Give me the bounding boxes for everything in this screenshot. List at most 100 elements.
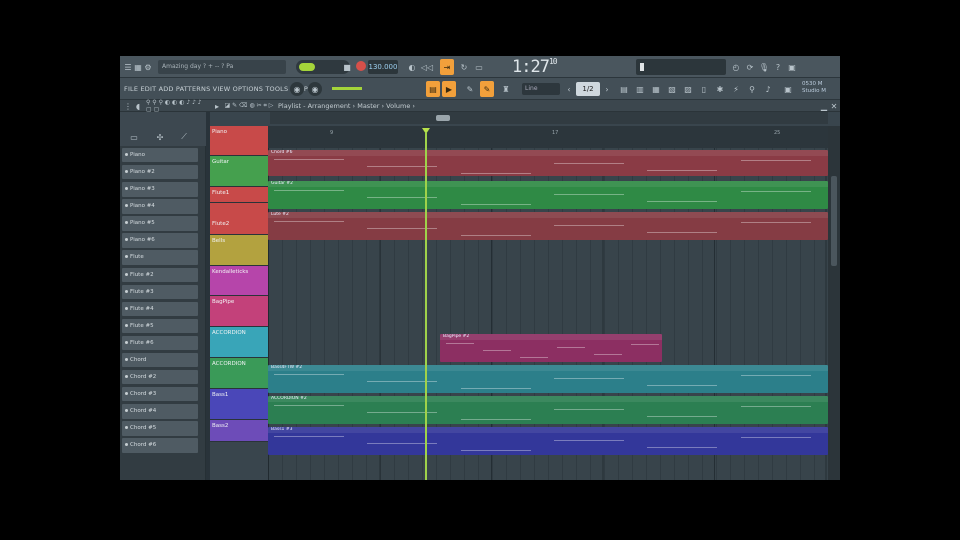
browser-item[interactable]: Piano #5 [122,216,198,231]
vertical-scrollbar[interactable] [828,126,840,480]
pattern-clip[interactable]: Guitar #2 [268,181,828,209]
add-icon[interactable]: ✣ [154,132,166,142]
track-header[interactable]: Piano [210,126,268,156]
menu-tools[interactable]: TOOLS [265,85,288,93]
microphone-icon[interactable]: 🎙 [758,61,770,73]
playhead-line[interactable] [425,132,427,480]
track-header[interactable]: Bass1 [210,389,268,420]
track-header[interactable]: ACCORDION [210,327,268,358]
browser-icon[interactable]: ▨ [682,83,694,95]
pattern-clip[interactable]: Bass4FTW #2 [268,365,828,393]
browser-item[interactable]: Chord [122,352,198,368]
playlist-menu-icon[interactable]: ▸ [212,101,222,111]
pattern-tool-button[interactable]: ▤ [426,81,440,97]
browser-item[interactable]: Chord #2 [122,370,198,385]
browser-filter-icons[interactable]: ⚲ ⚲ ⚲ ◐ ◐ ◐ ♪ ♪ ♪ ▢ ▢ [146,99,206,113]
step-value[interactable]: 1/2 [576,82,600,96]
link-icon[interactable]: ⚲ [746,83,758,95]
sync-icon[interactable]: ⟳ [744,61,756,73]
browser-item[interactable]: Chord #3 [122,387,198,402]
folder-icon[interactable]: ▭ [128,132,140,142]
timeline-ruler[interactable]: 9 17 25 [268,126,828,148]
channel-rack-icon[interactable]: ▦ [650,83,662,95]
pattern-clip[interactable]: BagPipe #2 [440,334,662,362]
browser-item[interactable]: Flute #2 [122,267,198,282]
track-header[interactable]: Bass2 [210,420,268,442]
track-header[interactable]: BagPipe [210,296,268,327]
pattern-clip[interactable]: Chord #6 [268,150,828,176]
playlist-icon[interactable]: ▤ [618,83,630,95]
step-edit-icon[interactable]: ▭ [472,61,486,73]
step-decrease-icon[interactable]: ‹ [564,83,574,95]
browser-item[interactable]: Piano #6 [122,233,198,248]
plug-icon[interactable]: ⚡ [730,83,742,95]
mixer-icon[interactable]: ▧ [666,83,678,95]
track-header[interactable]: Flute1 [210,187,268,203]
chat-icon[interactable]: ▣ [786,61,798,73]
clock-icon[interactable]: ◴ [730,61,742,73]
menu-options[interactable]: OPTIONS [233,85,263,93]
wait-icon[interactable]: ◁◁ [420,61,434,73]
metronome-icon[interactable]: ◐ [406,61,418,73]
speaker-icon[interactable]: ♪ [762,83,774,95]
menu-patterns[interactable]: PATTERNS [176,85,210,93]
record-button[interactable] [356,61,366,71]
pencil-icon[interactable]: ✎ [464,83,476,95]
master-volume-knob[interactable]: ◉ [290,82,304,96]
song-tool-button[interactable]: ▶ [442,81,456,97]
piano-roll-icon[interactable]: ▥ [634,83,646,95]
pattern-clip[interactable]: ACCORDION #2 [268,396,828,424]
stop-icon[interactable]: ■ [342,61,352,73]
plugin-icon[interactable]: ♜ [500,83,512,95]
menu-add[interactable]: ADD [159,85,174,93]
horizontal-scrollbar[interactable] [270,112,828,124]
browser-item[interactable]: Flute #4 [122,301,198,317]
countdown-button[interactable]: ⇥ [440,59,454,75]
master-pitch-knob[interactable]: ◉ [308,82,322,96]
note-line [460,204,531,205]
pattern-clip[interactable]: Lute #2 [268,212,828,240]
help-icon[interactable]: ? [772,61,784,73]
browser-options-icon[interactable]: ⋮ [124,101,132,111]
tools-icon[interactable]: ✱ [714,83,726,95]
browser-item[interactable]: Chord #6 [122,438,198,453]
track-header[interactable]: Kendalleticks [210,266,268,296]
paint-brush-button[interactable]: ✎ [480,81,494,97]
track-header[interactable]: Flute2 [210,203,268,235]
playlist-grid[interactable]: Chord #6 Guitar #2 Lute #2 BagPipe #2 Ba… [268,148,828,480]
browser-item[interactable]: Piano #4 [122,199,198,214]
grid-icon[interactable]: ▦ [134,62,142,72]
hamburger-icon[interactable]: ☰ [124,62,132,72]
vscroll-thumb[interactable] [831,176,837,266]
snap-selector[interactable]: Line [522,83,560,95]
menu-edit[interactable]: EDIT [140,85,156,93]
song-title-field[interactable]: Amazing day ? + -- ? Pa [158,60,286,74]
all-icon[interactable]: ◖ [134,101,142,111]
browser-item[interactable]: Chord #4 [122,404,198,419]
browser-item[interactable]: Flute #6 [122,335,198,351]
playlist-tool-icons[interactable]: ◪ ✎ ⌫ ◍ ✂ ⌗ ▷ [224,101,274,111]
close-icon[interactable]: ✕ [830,101,838,111]
scroll-thumb[interactable] [436,115,450,121]
track-header[interactable]: Bells [210,235,268,266]
tempo-display[interactable]: 130.000 [368,60,398,74]
step-increase-icon[interactable]: › [602,83,612,95]
settings-icon[interactable]: ⚙ [144,62,152,72]
browser-item[interactable]: Piano #3 [122,182,198,197]
browser-panel: ▭ ✣ ⟋ Piano Piano #2 Piano #3 Piano #4 P… [120,112,206,480]
browser-item[interactable]: Piano [122,148,198,163]
file-icon[interactable]: ▯ [698,83,710,95]
track-header[interactable]: ACCORDION [210,358,268,389]
minimize-icon[interactable]: ▁ [820,101,828,111]
pattern-clip[interactable]: Bass1 #3 [268,427,828,455]
menu-view[interactable]: VIEW [213,85,231,93]
browser-item[interactable]: Chord #5 [122,421,198,436]
browser-item[interactable]: Piano #2 [122,165,198,180]
browser-item[interactable]: Flute [122,250,198,265]
track-header[interactable]: Guitar [210,156,268,187]
loop-record-icon[interactable]: ↻ [458,61,470,73]
wand-icon[interactable]: ⟋ [178,132,190,142]
browser-item[interactable]: Flute #5 [122,318,198,334]
browser-item[interactable]: Flute #3 [122,284,198,300]
menu-file[interactable]: FILE [124,85,138,93]
